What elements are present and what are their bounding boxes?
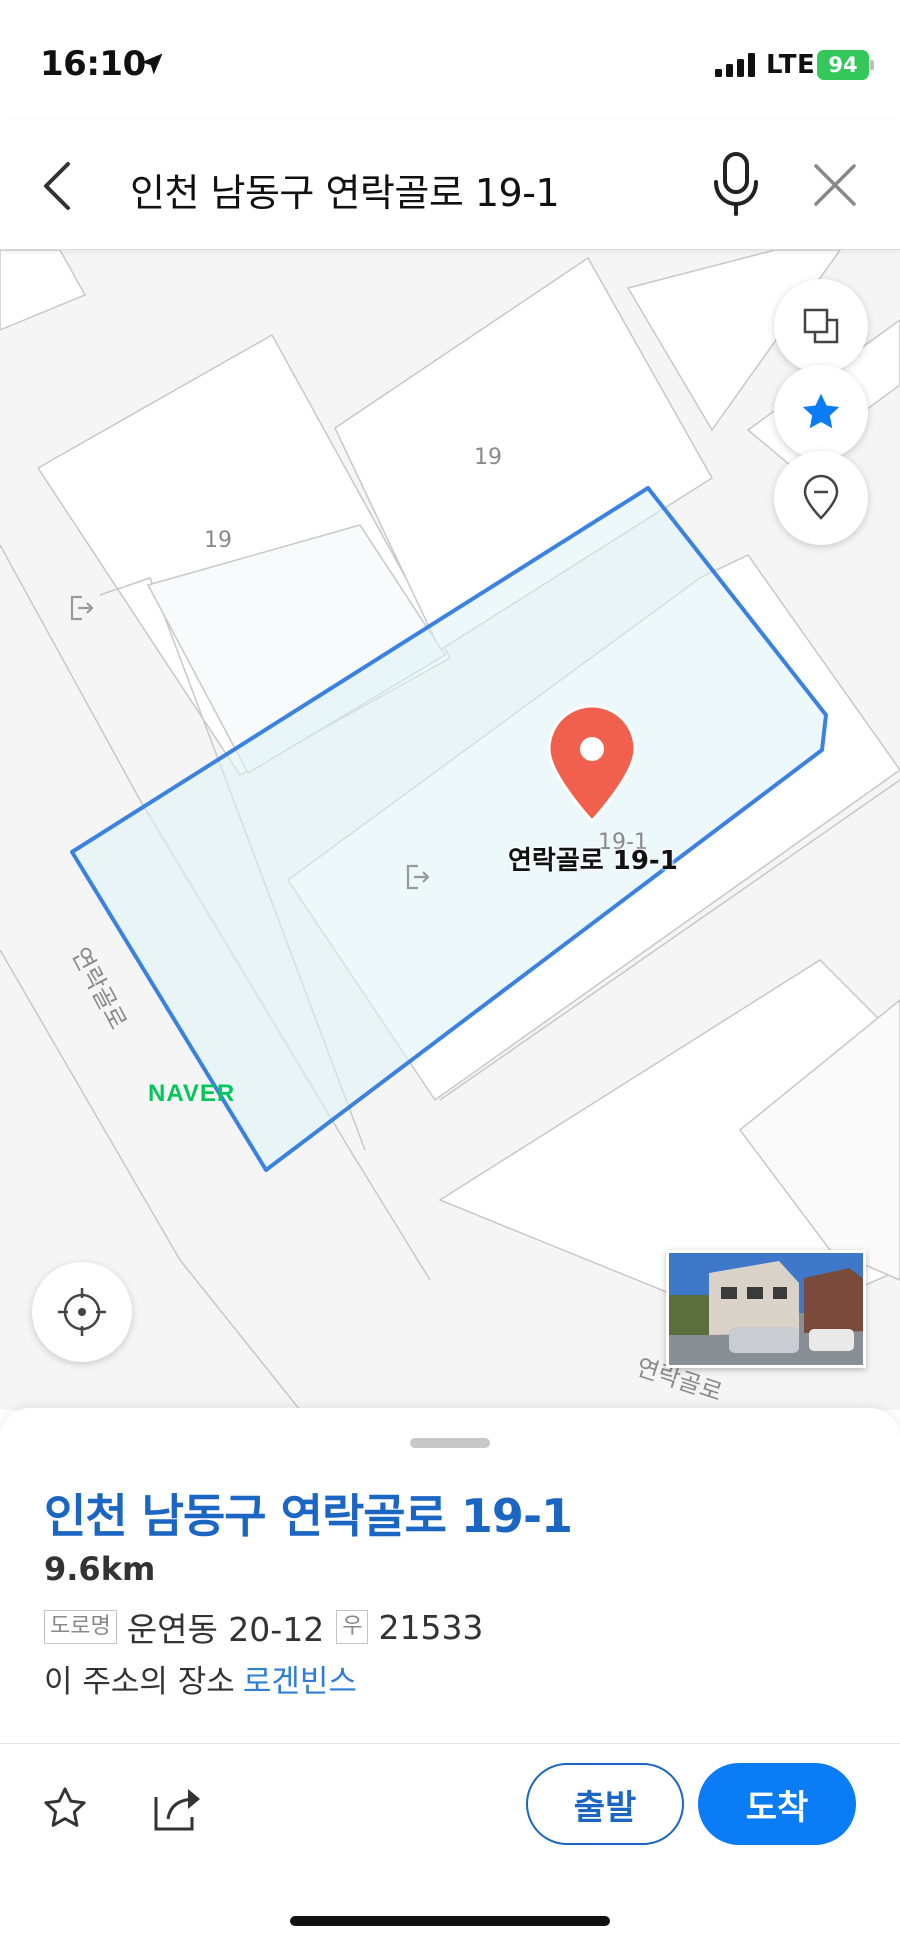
depart-button[interactable]: 출발 — [526, 1763, 684, 1845]
postal-tag: 우 — [336, 1610, 369, 1644]
place-title[interactable]: 인천 남동구 연락골로 19-1 — [44, 1480, 573, 1546]
battery-level: 94 — [828, 53, 858, 77]
place-link[interactable]: 로겐빈스 — [243, 1664, 357, 1700]
search-input[interactable]: 인천 남동구 연락골로 19-1 — [130, 162, 560, 217]
place-prefix: 이 주소의 장소 — [44, 1664, 235, 1700]
street-view-thumbnail[interactable] — [666, 1250, 866, 1368]
lot-label: 19 — [204, 528, 232, 553]
place-sheet: 인천 남동구 연락골로 19-1 9.6km 도로명 운연동 20-12 우 2… — [0, 1408, 900, 1949]
pin-button[interactable] — [774, 451, 868, 545]
star-outline-icon[interactable] — [40, 1783, 90, 1833]
battery-tip — [870, 60, 874, 70]
share-icon[interactable] — [152, 1783, 206, 1833]
address-row: 도로명 운연동 20-12 우 21533 — [44, 1603, 495, 1651]
road-address: 운연동 20-12 — [126, 1610, 325, 1649]
search-header: 인천 남동구 연락골로 19-1 — [0, 120, 900, 250]
microphone-icon[interactable] — [708, 150, 764, 218]
current-location-icon — [58, 1288, 106, 1336]
layers-icon — [803, 308, 839, 344]
current-location-button[interactable] — [32, 1262, 132, 1362]
map-view[interactable]: 19 19 19-1 연락골로 연락골로 NAVER 연락골로 19-1 — [0, 250, 900, 1410]
layers-button[interactable] — [774, 279, 868, 373]
chevron-left-icon[interactable] — [38, 160, 78, 212]
close-icon[interactable] — [812, 162, 858, 208]
arrive-button[interactable]: 도착 — [698, 1763, 856, 1845]
sheet-grabber[interactable] — [410, 1438, 490, 1448]
battery-icon: 94 — [817, 50, 869, 80]
divider — [0, 1743, 900, 1744]
status-bar: 16:10 LTE 94 — [0, 0, 900, 120]
signal-icon — [715, 53, 755, 77]
street-view-image — [669, 1253, 863, 1365]
distance: 9.6km — [44, 1550, 156, 1588]
favorite-map-button[interactable] — [774, 365, 868, 459]
network-type: LTE — [766, 50, 816, 80]
pin-icon — [803, 474, 839, 520]
location-marker-icon[interactable] — [543, 705, 641, 825]
naver-logo: NAVER — [148, 1080, 236, 1107]
place-row: 이 주소의 장소 로겐빈스 — [44, 1656, 357, 1701]
map-parcels — [0, 250, 900, 1410]
postal-code: 21533 — [378, 1607, 484, 1647]
star-icon — [802, 393, 840, 429]
road-address-tag: 도로명 — [44, 1610, 117, 1644]
marker-label: 연락골로 19-1 — [508, 846, 678, 876]
lot-label: 19 — [474, 445, 502, 470]
home-indicator — [290, 1916, 610, 1926]
status-time: 16:10 — [40, 44, 146, 84]
location-arrow-icon — [141, 53, 163, 75]
